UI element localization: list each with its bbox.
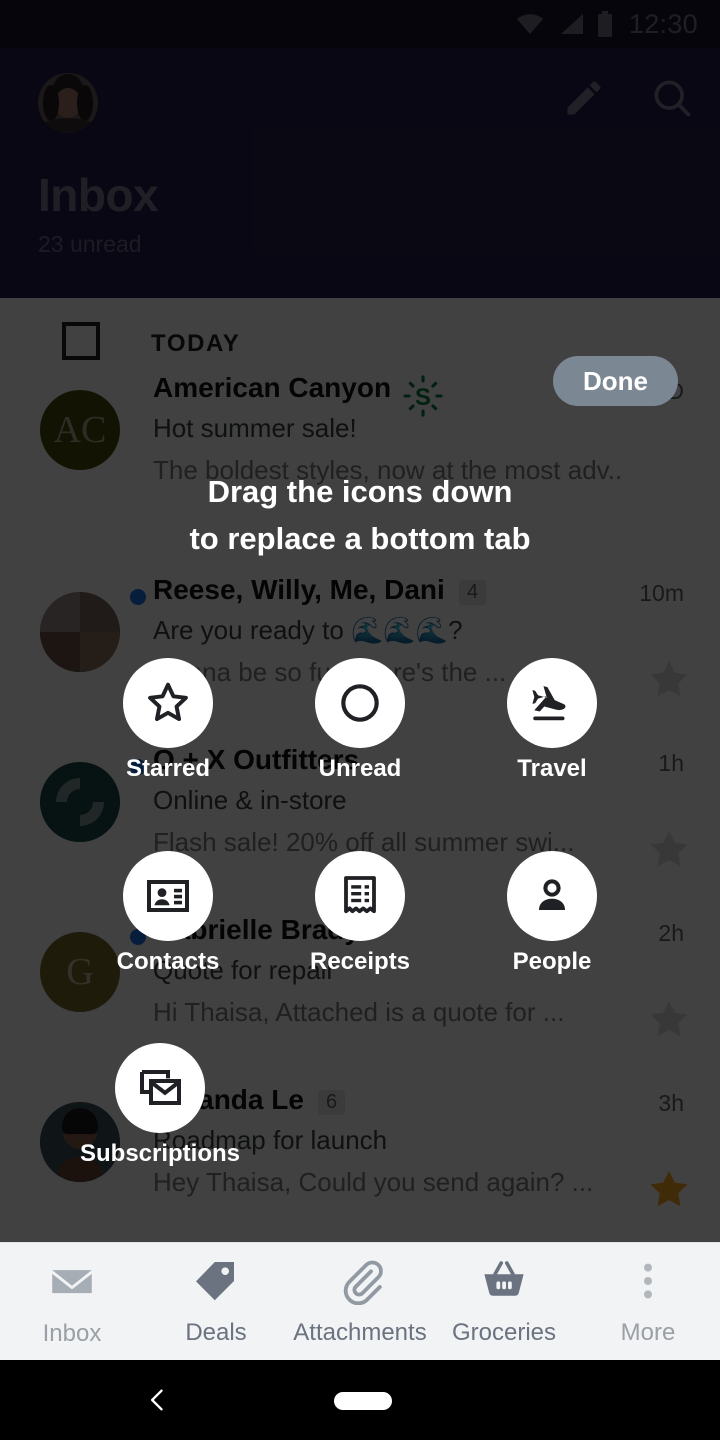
envelope-icon bbox=[47, 1256, 97, 1311]
more-dots-icon bbox=[624, 1257, 672, 1310]
bottom-nav-item-deals[interactable]: Deals bbox=[144, 1257, 288, 1347]
airplane-icon[interactable] bbox=[507, 658, 597, 748]
coach-chip-people[interactable]: People bbox=[507, 851, 597, 976]
coach-chip-receipts[interactable]: Receipts bbox=[310, 851, 410, 976]
coach-instruction: Drag the icons down to replace a bottom … bbox=[0, 468, 720, 562]
coach-chip-label: Contacts bbox=[116, 948, 220, 975]
basket-icon bbox=[480, 1257, 528, 1310]
coach-chip-label: Subscriptions bbox=[79, 1140, 241, 1167]
coach-chip-label: Travel bbox=[517, 755, 587, 782]
bottom-nav-label: Deals bbox=[185, 1318, 247, 1346]
coach-chip-travel[interactable]: Travel bbox=[507, 658, 597, 783]
coach-instruction-line1: Drag the icons down bbox=[207, 474, 513, 509]
price-tag-icon bbox=[192, 1257, 240, 1310]
coach-chip-subscriptions[interactable]: Subscriptions bbox=[80, 1043, 240, 1168]
coach-chip-starred[interactable]: Starred bbox=[123, 658, 213, 783]
done-button[interactable]: Done bbox=[553, 356, 678, 406]
circle-outline-icon[interactable] bbox=[315, 658, 405, 748]
coach-mark-overlay: Done Drag the icons down to replace a bo… bbox=[0, 0, 720, 1242]
bottom-nav-item-attachments[interactable]: Attachments bbox=[288, 1257, 432, 1347]
phone-screen: 12:30 Inbox 23 unread TODAY AC American … bbox=[0, 0, 720, 1440]
coach-instruction-line2: to replace a bottom tab bbox=[189, 521, 531, 556]
coach-chip-contacts[interactable]: Contacts bbox=[117, 851, 219, 976]
bottom-nav-label: Inbox bbox=[42, 1319, 102, 1347]
coach-chip-label: People bbox=[512, 948, 592, 975]
bottom-navigation[interactable]: Inbox Deals Attachments Groceries More bbox=[0, 1242, 720, 1360]
coach-chip-label: Receipts bbox=[309, 948, 411, 975]
paperclip-icon bbox=[336, 1257, 384, 1310]
bottom-nav-label: Groceries bbox=[451, 1318, 557, 1346]
back-chevron-icon[interactable] bbox=[144, 1386, 172, 1419]
system-navigation-bar bbox=[0, 1360, 720, 1440]
person-icon[interactable] bbox=[507, 851, 597, 941]
bottom-nav-item-more[interactable]: More bbox=[576, 1257, 720, 1347]
receipt-icon[interactable] bbox=[315, 851, 405, 941]
coach-chip-unread[interactable]: Unread bbox=[315, 658, 405, 783]
bottom-nav-label: Attachments bbox=[293, 1318, 427, 1346]
bottom-nav-label: More bbox=[620, 1318, 676, 1346]
coach-chip-label: Unread bbox=[318, 755, 402, 782]
star-outline-icon[interactable] bbox=[123, 658, 213, 748]
contact-card-icon[interactable] bbox=[123, 851, 213, 941]
bottom-nav-item-groceries[interactable]: Groceries bbox=[432, 1257, 576, 1347]
stacked-envelope-icon[interactable] bbox=[115, 1043, 205, 1133]
home-pill-icon[interactable] bbox=[334, 1392, 392, 1410]
coach-chip-label: Starred bbox=[125, 755, 211, 782]
bottom-nav-item-inbox[interactable]: Inbox bbox=[0, 1256, 144, 1348]
